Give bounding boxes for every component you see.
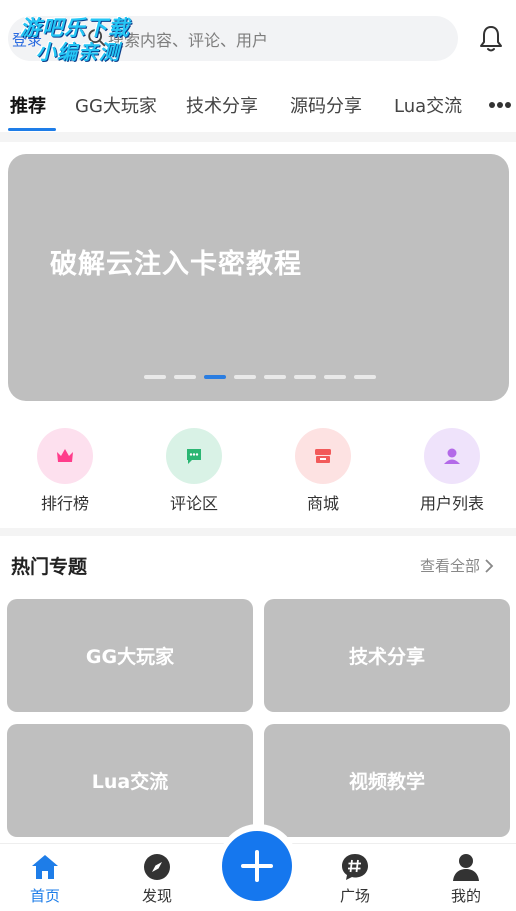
tab-lua[interactable]: Lua交流 <box>394 92 462 118</box>
compass-icon <box>144 854 170 880</box>
see-all-link[interactable]: 查看全部 <box>420 555 494 576</box>
quick-entry-row: 排行榜 评论区 商城 用户列表 <box>0 428 516 518</box>
profile-icon <box>453 854 479 881</box>
hashtag-icon <box>342 854 368 880</box>
section-title: 热门专题 <box>11 556 88 578</box>
tab-recommend[interactable]: 推荐 <box>10 92 46 118</box>
divider <box>0 528 516 536</box>
comments-icon-bg <box>166 428 222 484</box>
nav-plaza[interactable]: 广场 <box>320 852 390 906</box>
tab-source-share[interactable]: 源码分享 <box>290 92 362 118</box>
nav-discover[interactable]: 发现 <box>122 852 192 906</box>
nav-label: 首页 <box>29 887 60 905</box>
bell-icon[interactable] <box>478 24 504 54</box>
carousel-dot[interactable] <box>294 375 316 379</box>
home-icon <box>32 855 58 879</box>
carousel-dot[interactable] <box>234 375 256 379</box>
banner-carousel[interactable]: 破解云注入卡密教程 <box>8 154 509 401</box>
plus-icon <box>241 850 273 882</box>
tab-gg-player[interactable]: GG大玩家 <box>75 92 157 118</box>
crown-icon <box>57 449 73 462</box>
carousel-dot[interactable] <box>144 375 166 379</box>
quick-entry-shop[interactable]: 商城 <box>268 428 378 514</box>
carousel-indicator <box>144 375 376 381</box>
carousel-dot[interactable] <box>324 375 346 379</box>
quick-entry-label: 评论区 <box>169 494 218 513</box>
shop-icon <box>315 449 331 463</box>
topic-card[interactable]: 技术分享 <box>264 599 510 712</box>
tab-tech-share[interactable]: 技术分享 <box>186 92 258 118</box>
nav-label: 我的 <box>450 887 481 905</box>
chevron-right-icon <box>485 558 494 573</box>
nav-label: 广场 <box>339 887 370 905</box>
quick-entry-label: 商城 <box>306 494 339 513</box>
quick-entry-label: 用户列表 <box>419 494 484 513</box>
carousel-dot[interactable] <box>264 375 286 379</box>
divider <box>0 132 516 142</box>
carousel-dot[interactable] <box>354 375 376 379</box>
topic-card-label: 视频教学 <box>348 771 425 793</box>
user-icon <box>444 448 460 464</box>
quick-entry-users[interactable]: 用户列表 <box>397 428 507 514</box>
nav-home[interactable]: 首页 <box>10 852 80 906</box>
see-all-label: 查看全部 <box>420 557 481 575</box>
watermark-line2: 小编亲测 <box>36 40 120 64</box>
comment-icon <box>187 449 201 464</box>
quick-entry-comments[interactable]: 评论区 <box>139 428 249 514</box>
category-tabs: 推荐 GG大玩家 技术分享 源码分享 Lua交流 <box>0 78 516 132</box>
topic-card-label: 技术分享 <box>348 646 425 668</box>
topic-card[interactable]: GG大玩家 <box>7 599 253 712</box>
topic-card[interactable]: 视频教学 <box>264 724 510 837</box>
users-icon-bg <box>424 428 480 484</box>
nav-label: 发现 <box>141 887 172 905</box>
topic-card-label: GG大玩家 <box>85 646 175 668</box>
active-tab-indicator <box>8 128 56 131</box>
topic-card-label: Lua交流 <box>91 771 169 793</box>
ranking-icon-bg <box>37 428 93 484</box>
quick-entry-label: 排行榜 <box>40 494 89 513</box>
carousel-dot[interactable] <box>204 375 226 379</box>
topic-card[interactable]: Lua交流 <box>7 724 253 837</box>
banner-title: 破解云注入卡密教程 <box>50 249 302 280</box>
shop-icon-bg <box>295 428 351 484</box>
quick-entry-ranking[interactable]: 排行榜 <box>10 428 120 514</box>
more-icon[interactable] <box>488 100 512 110</box>
top-header: 登录 搜索内容、评论、用户 游吧乐下载 小编亲测 <box>0 0 516 78</box>
create-post-button[interactable] <box>222 831 292 901</box>
carousel-dot[interactable] <box>174 375 196 379</box>
nav-profile[interactable]: 我的 <box>431 852 501 906</box>
watermark-logo: 游吧乐下载 小编亲测 <box>14 10 154 64</box>
